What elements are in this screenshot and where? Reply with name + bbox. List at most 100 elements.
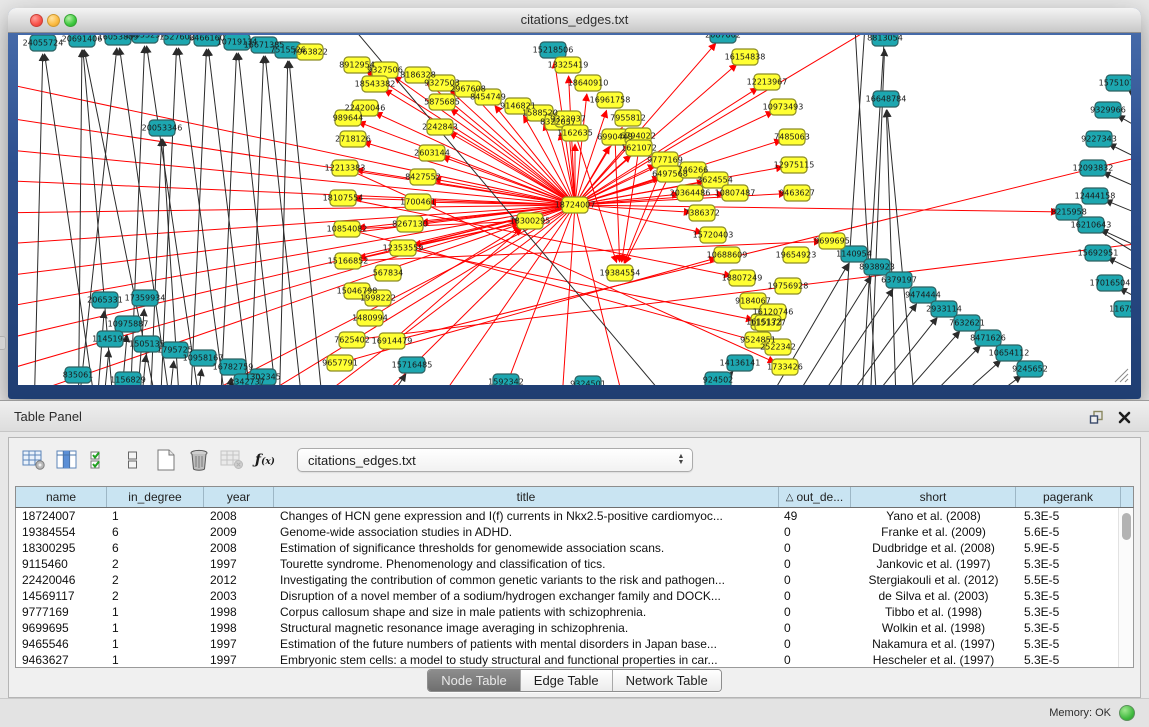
table-cell: Investigating the contribution of common…	[274, 572, 779, 588]
table-row[interactable]: 2242004622012Investigating the contribut…	[16, 572, 1133, 588]
memory-status-icon[interactable]	[1119, 705, 1135, 721]
network-edge[interactable]	[868, 346, 980, 385]
network-edge[interactable]	[824, 318, 937, 385]
node-label: 18724007	[555, 201, 596, 210]
network-edge[interactable]	[93, 311, 104, 385]
table-mode-icon[interactable]	[21, 447, 47, 473]
table-cell: 0	[779, 572, 851, 588]
table-toolbar: ƒ(x) citations_edges.txt ▲▼	[9, 438, 1140, 482]
table-cell: Embryonic stem cells: a model to study s…	[274, 652, 779, 668]
node-label: 12975115	[774, 161, 815, 170]
table-row[interactable]: 969969511998Structural magnetic resonanc…	[16, 620, 1133, 636]
float-panel-icon[interactable]	[1087, 408, 1105, 426]
table-scrollbar[interactable]	[1118, 508, 1133, 667]
network-edge[interactable]	[358, 122, 575, 205]
divider-handle[interactable]	[0, 336, 6, 350]
node-label: 1998222	[360, 294, 396, 303]
table-row[interactable]: 977716911998Corpus callosum shape and si…	[16, 604, 1133, 620]
table-row[interactable]: 946554611997Estimation of the future num…	[16, 636, 1133, 652]
table-row[interactable]: 1872400712008Changes of HCN gene express…	[16, 508, 1133, 524]
network-edge[interactable]	[803, 304, 917, 385]
table-cell: 1	[107, 620, 204, 636]
node-label: 10854082	[327, 225, 368, 234]
network-edge[interactable]	[248, 56, 264, 385]
network-edge[interactable]	[1109, 144, 1131, 178]
table-row[interactable]: 911546021997Tourette syndrome. Phenomeno…	[16, 556, 1133, 572]
column-header-in_degree[interactable]: in_degree	[107, 487, 204, 507]
network-edge[interactable]	[910, 376, 1021, 385]
table-cell: 9115460	[16, 556, 107, 572]
network-edge[interactable]	[188, 49, 207, 385]
show-columns-icon[interactable]	[54, 447, 80, 473]
window-titlebar[interactable]: citations_edges.txt	[8, 8, 1141, 33]
edit-columns-icon[interactable]	[87, 447, 113, 473]
function-builder-icon[interactable]: ƒ(x)	[252, 447, 278, 473]
table-cell: 5.5E-5	[1016, 572, 1121, 588]
table-scrollbar-thumb[interactable]	[1122, 513, 1131, 540]
column-header-short[interactable]: short	[851, 487, 1016, 507]
tab-edge-table[interactable]: Edge Table	[520, 670, 612, 691]
node-label: 9227343	[1081, 135, 1117, 144]
column-header-year[interactable]: year	[204, 487, 274, 507]
table-cell: Tourette syndrome. Phenomenology and cla…	[274, 556, 779, 572]
table-row[interactable]: 1938455462009Genome-wide association stu…	[16, 524, 1133, 540]
create-column-icon[interactable]	[153, 447, 179, 473]
network-edge[interactable]	[18, 205, 575, 213]
node-label: 2603144	[414, 149, 450, 158]
table-row[interactable]: 1456911722003Disruption of a novel membe…	[16, 588, 1133, 604]
network-edge[interactable]	[558, 205, 575, 385]
table-cell: 2008	[204, 508, 274, 524]
node-label: 5875685	[424, 98, 460, 107]
table-row[interactable]: 946362711997Embryonic stem cells: a mode…	[16, 652, 1133, 668]
table-cell: 5.6E-5	[1016, 524, 1121, 540]
column-header-name[interactable]: name	[16, 487, 107, 507]
close-panel-icon[interactable]	[1115, 408, 1133, 426]
network-edge[interactable]	[208, 49, 258, 385]
node-label: 8938923	[859, 263, 895, 272]
delete-table-icon[interactable]	[219, 447, 245, 473]
node-label: 12093832	[1073, 164, 1114, 173]
table-cell: Disruption of a novel member of a sodium…	[274, 588, 779, 604]
table-cell: Hescheler et al. (1997)	[851, 652, 1016, 668]
network-edge[interactable]	[858, 35, 886, 385]
network-edge[interactable]	[178, 48, 233, 385]
network-edge[interactable]	[575, 43, 716, 205]
node-label: 9657791	[322, 359, 358, 368]
network-graph[interactable]: 2405572420691406160538091065325715276026…	[18, 35, 1131, 385]
network-edge[interactable]	[238, 53, 283, 385]
table-selector-dropdown[interactable]: citations_edges.txt ▲▼	[297, 448, 693, 472]
resize-grip-icon[interactable]	[1111, 365, 1129, 383]
network-edge[interactable]	[348, 374, 406, 385]
node-label: 7955812	[610, 114, 646, 123]
network-edge[interactable]	[1118, 115, 1131, 150]
network-canvas[interactable]: 2405572420691406160538091065325715276026…	[18, 35, 1131, 385]
network-edge[interactable]	[218, 53, 237, 385]
delete-column-icon[interactable]	[186, 447, 212, 473]
network-edge[interactable]	[450, 133, 575, 205]
network-edge[interactable]	[887, 110, 920, 385]
node-label: 15218506	[533, 46, 574, 55]
network-edge[interactable]	[78, 50, 82, 385]
table-cell: 0	[779, 540, 851, 556]
network-edge[interactable]	[854, 35, 880, 385]
node-label: 1700461	[400, 198, 436, 207]
network-edge[interactable]	[1128, 89, 1131, 125]
node-label: 16782759	[213, 363, 254, 372]
network-edge[interactable]	[575, 205, 1058, 212]
memory-status-label: Memory: OK	[1049, 707, 1111, 719]
column-header-title[interactable]: title	[274, 487, 779, 507]
network-edge[interactable]	[364, 142, 575, 205]
tab-network-table[interactable]: Network Table	[612, 670, 721, 691]
network-edge[interactable]	[33, 54, 43, 385]
column-header-pagerank[interactable]: pagerank	[1016, 487, 1121, 507]
table-row[interactable]: 1830029562008Estimation of significance …	[16, 540, 1133, 556]
row-height-icon[interactable]	[120, 447, 146, 473]
network-edge[interactable]	[836, 35, 866, 385]
network-edge[interactable]	[622, 148, 639, 262]
tab-node-table[interactable]: Node Table	[428, 670, 520, 691]
table-cell: de Silva et al. (2003)	[851, 588, 1016, 604]
column-header-out_de[interactable]: △out_de...	[779, 487, 851, 507]
node-label: 1167533	[1109, 305, 1131, 314]
node-label: 9322037	[550, 115, 586, 124]
network-edge[interactable]	[478, 205, 575, 385]
